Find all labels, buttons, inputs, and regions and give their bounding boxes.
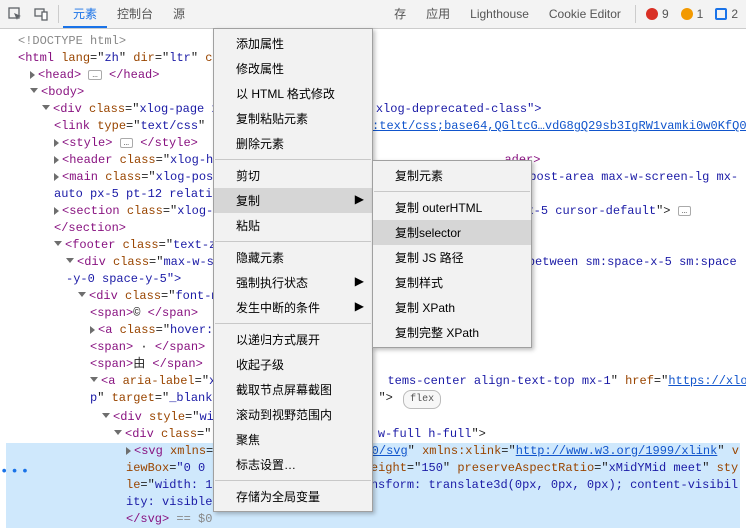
- menu-store-global[interactable]: 存储为全局变量: [214, 484, 372, 509]
- menu-duplicate[interactable]: 复制粘贴元素: [214, 106, 372, 131]
- doctype[interactable]: <!DOCTYPE html>: [6, 33, 740, 50]
- menu-add-attr[interactable]: 添加属性: [214, 31, 372, 56]
- info-counter[interactable]: 2: [709, 7, 744, 21]
- error-counter[interactable]: 9: [640, 7, 675, 21]
- warning-count: 1: [697, 7, 704, 21]
- svg-node-selected[interactable]: <svg xmlns="http://www.w3.org/2000/svg" …: [6, 443, 740, 528]
- tab-console[interactable]: 控制台: [107, 0, 163, 28]
- devtools-toolbar: 元素 控制台 源 存 应用 Lighthouse Cookie Editor 9…: [0, 0, 746, 29]
- breakpoint-gutter: •••: [0, 464, 31, 480]
- tab-elements[interactable]: 元素: [63, 0, 107, 28]
- menu-separator: [374, 191, 530, 192]
- tab-cookie-editor[interactable]: Cookie Editor: [539, 0, 631, 28]
- copy-submenu: 复制元素 复制 outerHTML 复制selector 复制 JS 路径 复制…: [372, 160, 532, 348]
- menu-cut[interactable]: 剪切: [214, 163, 372, 188]
- tab-sources[interactable]: 源: [163, 0, 195, 28]
- ellipsis-icon[interactable]: …: [120, 138, 133, 148]
- submenu-copy-jspath[interactable]: 复制 JS 路径: [373, 245, 531, 270]
- menu-scroll-into[interactable]: 滚动到视野范围内: [214, 402, 372, 427]
- tab-lighthouse[interactable]: Lighthouse: [460, 0, 539, 28]
- device-toggle-icon[interactable]: [28, 1, 54, 27]
- span-by[interactable]: <span>由 </span>: [6, 356, 740, 373]
- menu-badge[interactable]: 标志设置…: [214, 452, 372, 477]
- menu-break-on[interactable]: 发生中断的条件▶: [214, 295, 372, 320]
- ellipsis-icon[interactable]: …: [88, 70, 101, 80]
- body-tag[interactable]: <body>: [6, 84, 740, 101]
- menu-edit-html[interactable]: 以 HTML 格式修改: [214, 81, 372, 106]
- divider: [635, 5, 636, 23]
- submenu-copy-styles[interactable]: 复制样式: [373, 270, 531, 295]
- submenu-copy-full-xpath[interactable]: 复制完整 XPath: [373, 320, 531, 345]
- submenu-copy-element[interactable]: 复制元素: [373, 163, 531, 188]
- tab-application[interactable]: 应用: [416, 0, 460, 28]
- a-aria[interactable]: <a aria-label="xltems-center align-text-…: [6, 373, 740, 390]
- context-menu: 添加属性 修改属性 以 HTML 格式修改 复制粘贴元素 删除元素 剪切 复制▶…: [213, 28, 373, 512]
- info-icon: [715, 8, 727, 20]
- menu-delete[interactable]: 删除元素: [214, 131, 372, 156]
- link-tag[interactable]: <link type="text/css" ata:text/css;base6…: [6, 118, 740, 135]
- menu-expand-rec[interactable]: 以递归方式展开: [214, 327, 372, 352]
- div-wfull[interactable]: <div class="k w-full h-full">: [6, 426, 740, 443]
- warning-icon: [681, 8, 693, 20]
- divider: [58, 5, 59, 23]
- menu-separator: [215, 241, 371, 242]
- menu-separator: [215, 480, 371, 481]
- menu-paste[interactable]: 粘贴: [214, 213, 372, 238]
- info-count: 2: [731, 7, 738, 21]
- flex-pill: flex: [403, 390, 441, 409]
- error-count: 9: [662, 7, 669, 21]
- menu-force-state[interactable]: 强制执行状态▶: [214, 270, 372, 295]
- inspect-icon[interactable]: [2, 1, 28, 27]
- submenu-copy-selector[interactable]: 复制selector: [373, 220, 531, 245]
- div-wic[interactable]: <div style="wic: [6, 409, 740, 426]
- tab-memory[interactable]: 存: [384, 0, 416, 28]
- style-tag[interactable]: <style> … </style>: [6, 135, 740, 152]
- warning-counter[interactable]: 1: [675, 7, 710, 21]
- ellipsis-icon[interactable]: …: [678, 206, 691, 216]
- menu-copy[interactable]: 复制▶: [214, 188, 372, 213]
- menu-focus[interactable]: 聚焦: [214, 427, 372, 452]
- head-tag[interactable]: <head> … </head>: [6, 67, 740, 84]
- menu-separator: [215, 159, 371, 160]
- menu-edit-attr[interactable]: 修改属性: [214, 56, 372, 81]
- menu-separator: [215, 323, 371, 324]
- submenu-arrow-icon: ▶: [355, 299, 364, 313]
- submenu-arrow-icon: ▶: [355, 274, 364, 288]
- error-icon: [646, 8, 658, 20]
- submenu-arrow-icon: ▶: [355, 192, 364, 206]
- a-aria2[interactable]: p" target="_blank"> flex: [6, 390, 740, 409]
- menu-hide[interactable]: 隐藏元素: [214, 245, 372, 270]
- menu-collapse[interactable]: 收起子级: [214, 352, 372, 377]
- div-xlog-page[interactable]: <div class="xlog-page xlxlog-deprecated-…: [6, 101, 740, 118]
- html-tag[interactable]: <html lang="zh" dir="ltr" c: [6, 50, 740, 67]
- menu-screenshot[interactable]: 截取节点屏幕截图: [214, 377, 372, 402]
- submenu-copy-xpath[interactable]: 复制 XPath: [373, 295, 531, 320]
- submenu-copy-outerhtml[interactable]: 复制 outerHTML: [373, 195, 531, 220]
